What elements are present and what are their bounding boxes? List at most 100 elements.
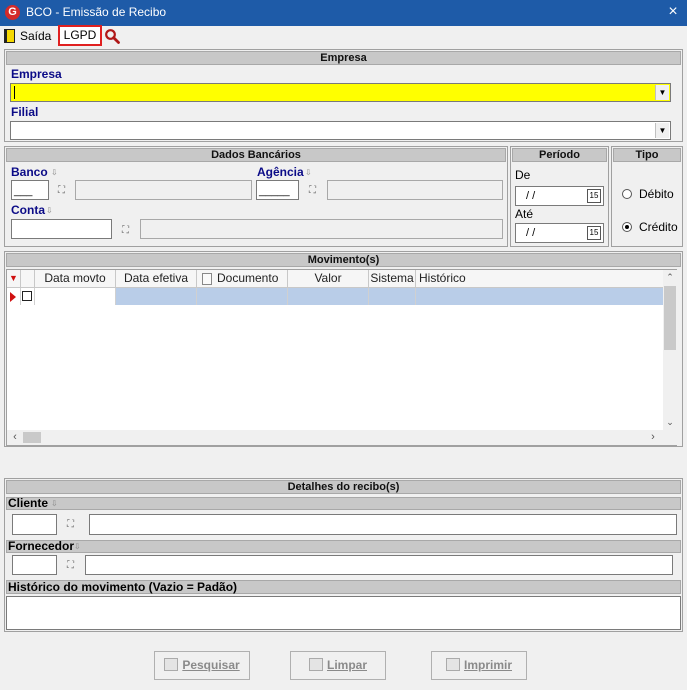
window-titlebar: G BCO - Emissão de Recibo × — [0, 0, 687, 26]
cell-sistema[interactable] — [369, 288, 416, 305]
periodo-title: Período — [512, 148, 607, 162]
scroll-up-icon[interactable]: ⌃ — [663, 270, 677, 284]
vertical-scrollbar[interactable]: ⌃ ⌄ — [663, 270, 677, 430]
cliente-label: Cliente — [8, 496, 49, 510]
vertical-scroll-thumb[interactable] — [664, 286, 676, 350]
detalhes-title: Detalhes do recibo(s) — [6, 480, 681, 494]
dados-bancarios-title: Dados Bancários — [6, 148, 506, 162]
banco-label: Banco — [11, 165, 48, 179]
printer-icon — [445, 658, 460, 671]
debito-radio[interactable] — [622, 189, 632, 199]
grid-header: ▼ Data movto Data efetiva Documento Valo… — [7, 270, 663, 288]
cliente-name-input[interactable] — [89, 514, 677, 535]
document-search-icon — [164, 658, 179, 671]
scroll-left-icon[interactable]: ‹ — [9, 430, 21, 445]
conta-name-field — [140, 219, 503, 239]
col-sistema[interactable]: Sistema — [369, 270, 416, 287]
limpar-label: Limpar — [326, 658, 367, 672]
historico-label: Histórico do movimento (Vazio = Padão) — [8, 580, 238, 594]
ate-label: Até — [515, 207, 534, 221]
row-checkbox-cell[interactable] — [21, 288, 35, 305]
conta-label: Conta — [11, 203, 45, 217]
binoculars-icon[interactable]: ⛶ — [67, 560, 74, 571]
chevron-down-icon[interactable]: ▼ — [655, 123, 669, 138]
agencia-code-input[interactable]: _____ — [256, 180, 299, 200]
checkbox-column-header — [21, 270, 35, 287]
app-icon: G — [5, 5, 20, 20]
credito-radio[interactable] — [622, 222, 632, 232]
row-pointer-icon — [7, 288, 21, 305]
chevron-down-icon[interactable]: ▼ — [655, 85, 669, 100]
text-cursor — [14, 86, 15, 99]
limpar-button[interactable]: Limpar — [290, 651, 386, 680]
arrow-down-icon: ⇩ — [305, 168, 312, 177]
cell-documento[interactable] — [197, 288, 288, 305]
binoculars-icon[interactable]: ⛶ — [67, 519, 74, 530]
binoculars-icon[interactable]: ⛶ — [309, 185, 316, 196]
empresa-combo[interactable]: ▼ — [10, 83, 671, 102]
col-data-movto[interactable]: Data movto — [35, 270, 116, 287]
cell-data-efetiva[interactable] — [116, 288, 197, 305]
de-date-input[interactable]: / / 15 — [515, 186, 604, 206]
col-valor[interactable]: Valor — [288, 270, 369, 287]
fornecedor-label: Fornecedor — [8, 539, 75, 553]
exit-button[interactable]: Saída — [20, 29, 51, 43]
banco-code-input[interactable]: ___ — [11, 180, 49, 200]
exit-door-icon[interactable] — [4, 29, 15, 43]
col-data-efetiva[interactable]: Data efetiva — [116, 270, 197, 287]
credito-label[interactable]: Crédito — [639, 220, 678, 234]
filial-combo[interactable]: ▼ — [10, 121, 671, 140]
empresa-label: Empresa — [11, 67, 62, 81]
eraser-icon — [308, 658, 323, 671]
horizontal-scrollbar[interactable]: ‹ › — [7, 430, 663, 445]
binoculars-icon[interactable]: ⛶ — [58, 185, 65, 196]
row-checkbox[interactable] — [22, 291, 32, 301]
col-documento[interactable]: Documento — [197, 270, 288, 287]
tipo-title: Tipo — [613, 148, 681, 162]
table-row[interactable] — [7, 288, 663, 306]
ate-date-value: / / — [526, 227, 536, 239]
agencia-label: Agência — [257, 165, 304, 179]
ate-date-input[interactable]: / / 15 — [515, 223, 604, 243]
window-title: BCO - Emissão de Recibo — [26, 5, 167, 19]
horizontal-scroll-thumb[interactable] — [23, 432, 41, 443]
search-icon[interactable] — [104, 28, 120, 44]
movimentos-title: Movimento(s) — [6, 253, 681, 267]
historico-textarea[interactable] — [6, 596, 681, 630]
calendar-icon[interactable]: 15 — [587, 226, 601, 240]
empresa-section-title: Empresa — [6, 51, 681, 65]
imprimir-button[interactable]: Imprimir — [431, 651, 527, 680]
cell-valor[interactable] — [288, 288, 369, 305]
scroll-right-icon[interactable]: › — [647, 430, 659, 445]
conta-code-input[interactable] — [11, 219, 112, 239]
banco-name-field — [75, 180, 252, 200]
binoculars-icon[interactable]: ⛶ — [122, 225, 129, 236]
fornecedor-code-input[interactable] — [12, 555, 57, 575]
arrow-down-icon: ⇩ — [51, 168, 58, 177]
fornecedor-bar — [6, 540, 681, 553]
pesquisar-button[interactable]: Pesquisar — [154, 651, 250, 680]
row-indicator-header-icon[interactable]: ▼ — [7, 270, 21, 287]
cell-historico[interactable] — [416, 288, 663, 305]
calendar-icon[interactable]: 15 — [587, 189, 601, 203]
cliente-code-input[interactable] — [12, 514, 57, 535]
scroll-corner — [663, 430, 677, 445]
close-icon[interactable]: × — [663, 2, 683, 22]
movimentos-grid[interactable]: ▼ Data movto Data efetiva Documento Valo… — [6, 269, 677, 446]
pesquisar-label: Pesquisar — [182, 658, 240, 672]
debito-label[interactable]: Débito — [639, 187, 674, 201]
filial-label: Filial — [11, 105, 39, 119]
document-icon — [202, 273, 212, 285]
agencia-name-field — [327, 180, 503, 200]
fornecedor-name-input[interactable] — [85, 555, 673, 575]
arrow-down-icon: ⇩ — [46, 206, 53, 215]
arrow-down-icon: ⇩ — [74, 542, 81, 551]
imprimir-label: Imprimir — [463, 658, 512, 672]
col-historico[interactable]: Histórico — [416, 270, 663, 287]
de-label: De — [515, 168, 531, 182]
cliente-bar — [6, 497, 681, 510]
lgpd-button[interactable]: LGPD — [58, 25, 102, 46]
scroll-down-icon[interactable]: ⌄ — [663, 415, 677, 429]
de-date-value: / / — [526, 190, 536, 202]
cell-data-movto[interactable] — [35, 288, 116, 305]
